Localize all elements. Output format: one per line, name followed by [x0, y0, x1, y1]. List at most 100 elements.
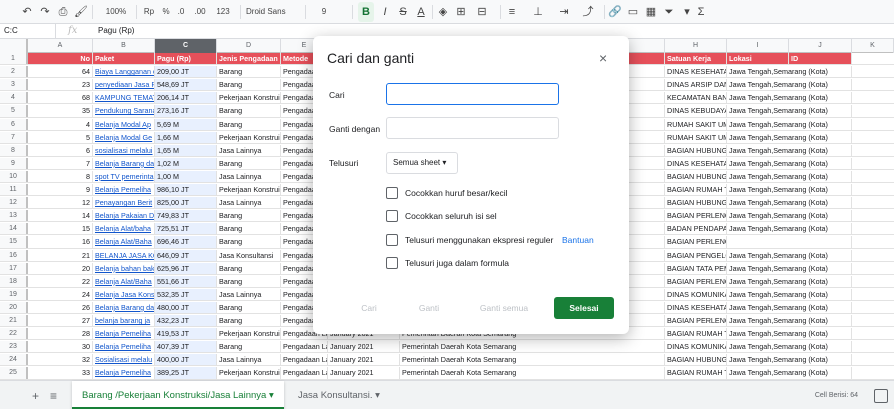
match-whole-checkbox[interactable] [386, 210, 398, 222]
text-color-button[interactable]: A [414, 2, 428, 22]
cell-lokasi[interactable]: Jawa Tengah,Semarang (Kota) [727, 184, 852, 196]
cell-lokasi[interactable] [727, 236, 852, 248]
cell-jenis[interactable]: Barang [217, 315, 281, 327]
cell-satuan[interactable]: BAGIAN TATA PEM [665, 262, 727, 274]
cell-paket[interactable]: Belanja Alat/Baha [93, 275, 155, 287]
currency-button[interactable]: Rp [142, 2, 156, 22]
cell-jenis[interactable]: Jasa Lainnya [217, 144, 281, 156]
cell-no[interactable]: 27 [28, 315, 93, 327]
cell-paket[interactable]: Belanja Barang da [93, 157, 155, 169]
row-number[interactable]: 10 [0, 170, 28, 183]
cell-no[interactable]: 20 [28, 262, 93, 274]
italic-button[interactable]: I [378, 2, 392, 22]
cell-no[interactable]: 33 [28, 367, 93, 379]
row-number[interactable]: 9 [0, 157, 28, 169]
cell-no[interactable]: 64 [28, 66, 93, 78]
zoom-select[interactable]: 100% [100, 2, 132, 22]
more-formats-button[interactable]: 123 [212, 2, 234, 22]
column-header-b[interactable]: B [93, 39, 155, 53]
strikethrough-button[interactable]: S [396, 2, 410, 22]
cell-jenis[interactable]: Barang [217, 157, 281, 169]
row-number[interactable]: 12 [0, 197, 28, 209]
cell-paket[interactable]: Belanja Jasa Kons [93, 288, 155, 300]
cell-satuan[interactable]: BAGIAN HUBUNG [665, 197, 727, 209]
cell-lokasi[interactable]: Jawa Tengah,Semarang (Kota) [727, 197, 852, 209]
cell-no[interactable]: 7 [28, 157, 93, 169]
cell-satuan[interactable]: DINAS KEBUDAYA [665, 105, 727, 117]
cell-no[interactable]: 26 [28, 301, 93, 314]
cell-lokasi[interactable]: Jawa Tengah,Semarang (Kota) [727, 144, 852, 156]
cell-paket[interactable]: Paket [93, 53, 155, 65]
cell-pagu[interactable]: 1,00 M [155, 170, 217, 183]
cell-lokasi[interactable]: Jawa Tengah,Semarang (Kota) [727, 223, 852, 235]
increase-decimal-button[interactable]: .00 [192, 2, 208, 22]
insert-chart-icon[interactable]: ▦ [644, 2, 658, 22]
filter-icon[interactable]: ⏷ [662, 2, 676, 22]
cell-paket[interactable]: KAMPUNG TEMAT [93, 92, 155, 104]
cell-jenis[interactable]: Jasa Lainnya [217, 170, 281, 183]
row-number[interactable]: 17 [0, 262, 28, 274]
cell-paket[interactable]: Biaya Langganan d [93, 66, 155, 78]
replace-all-button[interactable]: Ganti semua [469, 297, 539, 319]
cell-paket[interactable]: Belanja Pemeliha [93, 341, 155, 353]
cell-sumber[interactable]: Pemerintah Daerah Kota Semarang [400, 354, 665, 366]
cell-paket[interactable]: Belanja bahan bak [93, 262, 155, 274]
cell-lokasi[interactable]: Jawa Tengah,Semarang (Kota) [727, 341, 852, 353]
cell-pagu[interactable]: 986,10 JT [155, 184, 217, 196]
cell-paket[interactable]: Belanja Pemeliha [93, 367, 155, 379]
row-number[interactable]: 15 [0, 236, 28, 248]
print-icon[interactable]: ⎙ [56, 2, 70, 22]
row-number[interactable]: 19 [0, 288, 28, 300]
cell-lokasi[interactable]: Jawa Tengah,Semarang (Kota) [727, 315, 852, 327]
cell-no[interactable]: 4 [28, 118, 93, 130]
cell-no[interactable]: 28 [28, 328, 93, 340]
percent-button[interactable]: % [160, 2, 172, 22]
cell-pemilihan[interactable]: January 2021 [328, 341, 400, 353]
cell-paket[interactable]: spot TV pemerinta [93, 170, 155, 183]
formula-checkbox[interactable] [386, 257, 398, 269]
column-header-i[interactable]: I [727, 39, 789, 53]
cell-satuan[interactable]: RUMAH SAKIT UM [665, 131, 727, 143]
text-rotation-icon[interactable]: ⤴ [580, 2, 596, 22]
tab-jasa-konsultansi[interactable]: Jasa Konsultansi. ▾ [290, 381, 388, 409]
cell-lokasi[interactable]: Lokasi [727, 53, 789, 65]
cell-jenis[interactable]: Barang [217, 262, 281, 274]
find-button[interactable]: Cari [349, 297, 389, 319]
cell-paket[interactable]: sosialisasi melalui [93, 144, 155, 156]
cell-no[interactable]: 6 [28, 144, 93, 156]
insert-link-icon[interactable]: 🔗 [608, 2, 622, 22]
undo-icon[interactable]: ↶ [20, 2, 34, 22]
row-number[interactable]: 18 [0, 275, 28, 287]
cell-sumber[interactable]: Pemerintah Daerah Kota Semarang [400, 367, 665, 379]
cell-satuan[interactable]: DINAS KESEHATAN [665, 157, 727, 169]
cell-lokasi[interactable]: Jawa Tengah,Semarang (Kota) [727, 92, 852, 104]
redo-icon[interactable]: ↷ [38, 2, 52, 22]
cell-lokasi[interactable]: Jawa Tengah,Semarang (Kota) [727, 210, 852, 222]
cell-jenis[interactable]: Pekerjaan Konstrui [217, 184, 281, 196]
row-number[interactable]: 11 [0, 184, 28, 196]
column-header-c[interactable]: C [155, 39, 217, 53]
cell-no[interactable]: 8 [28, 170, 93, 183]
cell-paket[interactable]: belanja barang ja [93, 315, 155, 327]
cell-satuan[interactable]: BAGIAN PENGELOL [665, 249, 727, 261]
cell-satuan[interactable]: BAGIAN HUBUNG [665, 144, 727, 156]
cell-pagu[interactable]: 725,51 JT [155, 223, 217, 235]
cell-lokasi[interactable]: Jawa Tengah,Semarang (Kota) [727, 275, 852, 287]
cell-pagu[interactable]: 696,46 JT [155, 236, 217, 248]
cell-no[interactable]: 24 [28, 288, 93, 300]
name-box[interactable]: C:C [0, 24, 56, 38]
cell-no[interactable]: 16 [28, 236, 93, 248]
cell-jenis[interactable]: Jasa Lainnya [217, 197, 281, 209]
cell-pagu[interactable]: 625,96 JT [155, 262, 217, 274]
cell-pagu[interactable]: 1,65 M [155, 144, 217, 156]
cell-pagu[interactable]: 209,00 JT [155, 66, 217, 78]
cell-satuan[interactable]: DINAS KOMUNIKA [665, 341, 727, 353]
cell-lokasi[interactable]: Jawa Tengah,Semarang (Kota) [727, 367, 852, 379]
row-number[interactable]: 25 [0, 367, 28, 379]
row-number[interactable]: 16 [0, 249, 28, 261]
cell-pagu[interactable]: 480,00 JT [155, 301, 217, 314]
font-select[interactable]: Droid Sans [246, 2, 296, 22]
cell-lokasi[interactable]: Jawa Tengah,Semarang (Kota) [727, 79, 852, 91]
cell-satuan[interactable]: DINAS KESEHATAN [665, 301, 727, 314]
cell-paket[interactable]: Pendukung Sarana [93, 105, 155, 117]
